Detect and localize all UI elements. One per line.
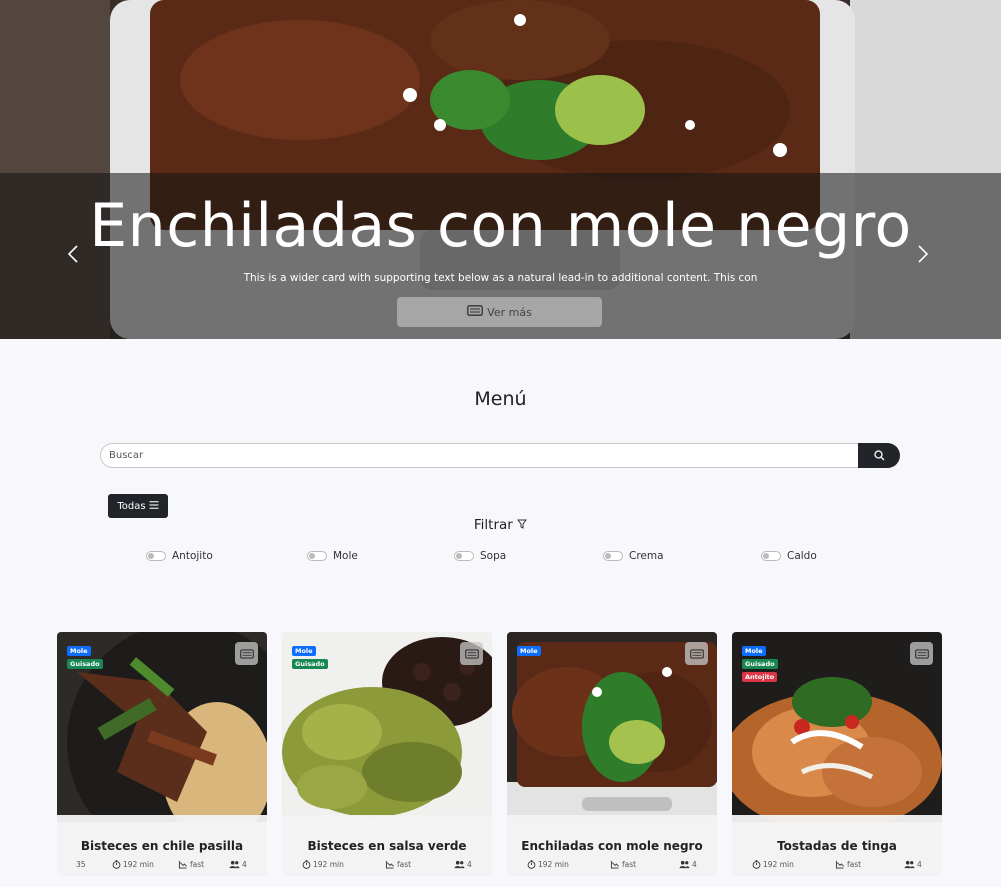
card-number: 35 bbox=[76, 860, 86, 869]
filter-heading: Filtrar bbox=[0, 517, 1001, 533]
card-title: Enchiladas con mole negro bbox=[521, 839, 703, 853]
toggle-switch[interactable] bbox=[761, 551, 781, 561]
card-title: Tostadas de tinga bbox=[777, 839, 897, 853]
todas-button[interactable]: Todas bbox=[108, 494, 168, 518]
people-icon bbox=[229, 860, 240, 869]
card-time-label: 192 min bbox=[538, 860, 569, 869]
recipe-card[interactable]: Mole Guisado Antojito Tostadas de tinga … bbox=[732, 632, 942, 876]
card-speed: fast bbox=[835, 860, 861, 869]
filter-option-label: Antojito bbox=[172, 550, 213, 562]
hero-title: Enchiladas con mole negro bbox=[89, 191, 912, 261]
ticket-icon[interactable] bbox=[910, 642, 933, 665]
card-title: Bisteces en chile pasilla bbox=[80, 839, 244, 853]
toggle-switch[interactable] bbox=[603, 551, 623, 561]
filter-option-label: Sopa bbox=[480, 550, 507, 562]
timer-icon bbox=[112, 860, 121, 869]
filter-option-label: Mole bbox=[333, 550, 358, 562]
card-meta: 192 min fast 4 bbox=[282, 860, 492, 872]
card-time-label: 192 min bbox=[313, 860, 344, 869]
card-speed-label: fast bbox=[190, 860, 205, 869]
toggle-switch[interactable] bbox=[454, 551, 474, 561]
card-servings-label: 4 bbox=[917, 860, 922, 869]
filter-toggle-sopa[interactable]: Sopa bbox=[454, 550, 506, 562]
badge-mole: Mole bbox=[67, 646, 91, 656]
badge-mole: Mole bbox=[292, 646, 316, 656]
card-speed-label: fast bbox=[397, 860, 412, 869]
card-speed: fast bbox=[178, 860, 204, 869]
badge-mole: Mole bbox=[517, 646, 541, 656]
chart-down-icon bbox=[385, 860, 394, 869]
hero-carousel: Enchiladas con mole negro This is a wide… bbox=[0, 0, 1001, 339]
filter-icon bbox=[517, 517, 528, 533]
filter-label: Filtrar bbox=[473, 517, 513, 533]
filter-option-label: Crema bbox=[629, 550, 664, 562]
badge-antojito: Antojito bbox=[742, 672, 778, 682]
filter-toggle-crema[interactable]: Crema bbox=[603, 550, 664, 562]
ticket-icon[interactable] bbox=[685, 642, 708, 665]
card-speed: fast bbox=[610, 860, 636, 869]
badge-list: Mole Guisado bbox=[67, 646, 103, 669]
chart-down-icon bbox=[610, 860, 619, 869]
card-time: 192 min bbox=[752, 860, 794, 869]
toggle-switch[interactable] bbox=[146, 551, 166, 561]
card-speed-label: fast bbox=[847, 860, 862, 869]
badge-mole: Mole bbox=[742, 646, 766, 656]
hero-button-label: Ver más bbox=[487, 305, 532, 319]
timer-icon bbox=[752, 860, 761, 869]
filter-toggle-mole[interactable]: Mole bbox=[307, 550, 358, 562]
ticket-icon bbox=[467, 305, 484, 319]
card-servings-label: 4 bbox=[692, 860, 697, 869]
search-input[interactable] bbox=[100, 443, 859, 468]
todas-label: Todas bbox=[117, 500, 146, 512]
badge-guisado: Guisado bbox=[292, 659, 328, 669]
card-servings-label: 4 bbox=[467, 860, 472, 869]
card-servings-label: 4 bbox=[242, 860, 247, 869]
card-time: 192 min bbox=[302, 860, 344, 869]
card-meta: 192 min fast 4 bbox=[507, 860, 717, 872]
card-meta: 35 192 min fast 4 bbox=[57, 860, 267, 872]
badge-guisado: Guisado bbox=[742, 659, 778, 669]
recipe-card[interactable]: Mole Guisado Bisteces en chile pasilla 3… bbox=[57, 632, 267, 876]
card-servings: 4 bbox=[229, 860, 247, 869]
card-time: 192 min bbox=[527, 860, 569, 869]
badge-list: Mole Guisado Antojito bbox=[742, 646, 778, 682]
people-icon bbox=[679, 860, 690, 869]
list-icon bbox=[149, 500, 159, 513]
card-servings: 4 bbox=[904, 860, 922, 869]
card-servings: 4 bbox=[679, 860, 697, 869]
card-time: 192 min bbox=[112, 860, 154, 869]
recipe-card[interactable]: Mole Enchiladas con mole negro 192 min f… bbox=[507, 632, 717, 876]
search-icon bbox=[873, 446, 885, 465]
card-servings: 4 bbox=[454, 860, 472, 869]
toggle-switch[interactable] bbox=[307, 551, 327, 561]
timer-icon bbox=[302, 860, 311, 869]
card-time-label: 192 min bbox=[763, 860, 794, 869]
filter-toggle-antojito[interactable]: Antojito bbox=[146, 550, 213, 562]
badge-guisado: Guisado bbox=[67, 659, 103, 669]
chart-down-icon bbox=[178, 860, 187, 869]
badge-list: Mole bbox=[517, 646, 541, 656]
recipe-card[interactable]: Mole Guisado Bisteces en salsa verde 192… bbox=[282, 632, 492, 876]
filter-toggle-caldo[interactable]: Caldo bbox=[761, 550, 817, 562]
ticket-icon[interactable] bbox=[460, 642, 483, 665]
hero-ver-mas-button[interactable]: Ver más bbox=[397, 297, 602, 327]
card-title: Bisteces en salsa verde bbox=[307, 839, 467, 853]
card-speed-label: fast bbox=[622, 860, 637, 869]
filter-option-label: Caldo bbox=[787, 550, 817, 562]
people-icon bbox=[904, 860, 915, 869]
timer-icon bbox=[527, 860, 536, 869]
search-bar bbox=[100, 443, 900, 468]
badge-list: Mole Guisado bbox=[292, 646, 328, 669]
menu-title: Menú bbox=[474, 388, 527, 410]
ticket-icon[interactable] bbox=[235, 642, 258, 665]
people-icon bbox=[454, 860, 465, 869]
card-speed: fast bbox=[385, 860, 411, 869]
search-button[interactable] bbox=[858, 443, 900, 468]
hero-description: This is a wider card with supporting tex… bbox=[243, 272, 758, 284]
chart-down-icon bbox=[835, 860, 844, 869]
card-time-label: 192 min bbox=[123, 860, 154, 869]
card-meta: 192 min fast 4 bbox=[732, 860, 942, 872]
